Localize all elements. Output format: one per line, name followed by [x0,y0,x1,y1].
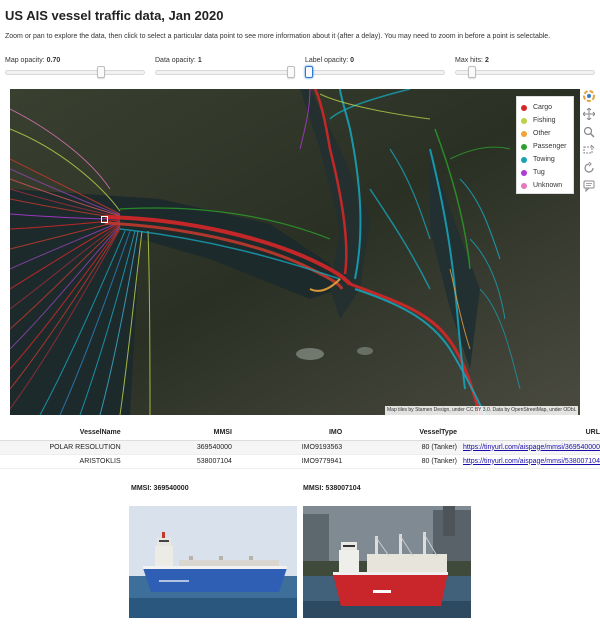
map-attribution[interactable]: Map tiles by Stamen Design, under CC BY … [385,406,579,415]
slider-label: Label opacity: 0 [305,57,355,64]
column-header-mmsi[interactable]: MMSI [126,426,232,441]
mountain-snow [296,348,324,360]
selected-point-marker[interactable] [101,216,108,223]
imo-cell: IMO9779941 [231,454,343,469]
legend-label: Tug [533,169,545,176]
legend-item-unknown[interactable]: Unknown [521,179,569,192]
legend-swatch [521,104,527,111]
vessel-type-legend[interactable]: Cargo Fishing Other Passenger Towing Tug… [516,96,574,194]
slider-label: Max hits: 2 [455,57,489,64]
slider-handle[interactable] [305,66,313,78]
reset-icon[interactable] [582,161,596,175]
legend-label: Fishing [533,117,556,124]
slider-track[interactable] [155,70,295,75]
label-opacity-slider[interactable]: Label opacity: 0 [305,57,445,79]
imo-cell: IMO9193563 [231,440,343,455]
page-description: Zoom or pan to explore the data, then cl… [5,33,551,40]
url-link[interactable]: https://tinyurl.com/aispage/mmsi/3695400… [457,440,600,455]
vessel-photo-2 [303,506,471,618]
column-header-vesseltype[interactable]: VesselType [342,426,457,441]
map-canvas[interactable] [10,89,580,415]
max-hits-slider[interactable]: Max hits: 2 [455,57,595,79]
slider-track[interactable] [305,70,445,75]
photo-label-1: MMSI: 369540000 [131,485,189,492]
legend-item-passenger[interactable]: Passenger [521,140,569,153]
hover-icon[interactable] [582,179,596,193]
vessel-name-cell: POLAR RESOLUTION [0,440,127,455]
column-header-vesselname[interactable]: VesselName [0,426,127,441]
slider-label: Data opacity: 1 [155,57,202,64]
table-header-row: VesselName MMSI IMO VesselType URL [0,426,600,441]
legend-label: Unknown [533,182,563,189]
legend-label: Towing [533,156,555,163]
legend-item-other[interactable]: Other [521,127,569,140]
mmsi-cell: 538007104 [126,454,232,469]
page-title: US AIS vessel traffic data, Jan 2020 [5,8,224,23]
vessel-name-cell: ARISTOKLIS [0,454,127,469]
legend-swatch [521,130,527,137]
map-toolbar [582,89,598,197]
vessel-type-cell: 80 (Tanker) [342,440,457,455]
table-row[interactable]: POLAR RESOLUTION 369540000 IMO9193563 80… [0,440,600,455]
vessel-traffic-map[interactable]: Map tiles by Stamen Design, under CC BY … [10,89,580,415]
slider-track[interactable] [455,70,595,75]
box-select-icon[interactable] [582,143,596,157]
legend-item-cargo[interactable]: Cargo [521,101,569,114]
mountain-snow [357,347,373,355]
mmsi-cell: 369540000 [126,440,232,455]
table-row[interactable]: ARISTOKLIS 538007104 IMO9779941 80 (Tank… [0,454,600,469]
legend-item-fishing[interactable]: Fishing [521,114,569,127]
vessel-type-cell: 80 (Tanker) [342,454,457,469]
pan-icon[interactable] [582,107,596,121]
legend-swatch [521,182,527,189]
data-opacity-slider[interactable]: Data opacity: 1 [155,57,295,79]
vessel-photo-1 [129,506,297,618]
legend-item-tug[interactable]: Tug [521,166,569,179]
slider-handle[interactable] [287,66,295,78]
url-link[interactable]: https://tinyurl.com/aispage/mmsi/5380071… [457,454,600,469]
legend-label: Passenger [533,143,567,150]
slider-label: Map opacity: 0.70 [5,57,61,64]
bokeh-logo-icon[interactable] [582,89,596,103]
legend-swatch [521,143,527,150]
legend-item-towing[interactable]: Towing [521,153,569,166]
map-opacity-slider[interactable]: Map opacity: 0.70 [5,57,145,79]
photo-label-2: MMSI: 538007104 [303,485,361,492]
legend-swatch [521,169,527,176]
zoom-icon[interactable] [582,125,596,139]
legend-label: Cargo [533,104,553,111]
slider-handle[interactable] [97,66,105,78]
column-header-imo[interactable]: IMO [231,426,343,441]
legend-swatch [521,117,527,124]
column-header-url[interactable]: URL [457,426,600,441]
legend-swatch [521,156,527,163]
slider-track[interactable] [5,70,145,75]
legend-label: Other [533,130,551,137]
slider-handle[interactable] [468,66,476,78]
vessel-details-table: VesselName MMSI IMO VesselType URL POLAR… [0,426,600,469]
